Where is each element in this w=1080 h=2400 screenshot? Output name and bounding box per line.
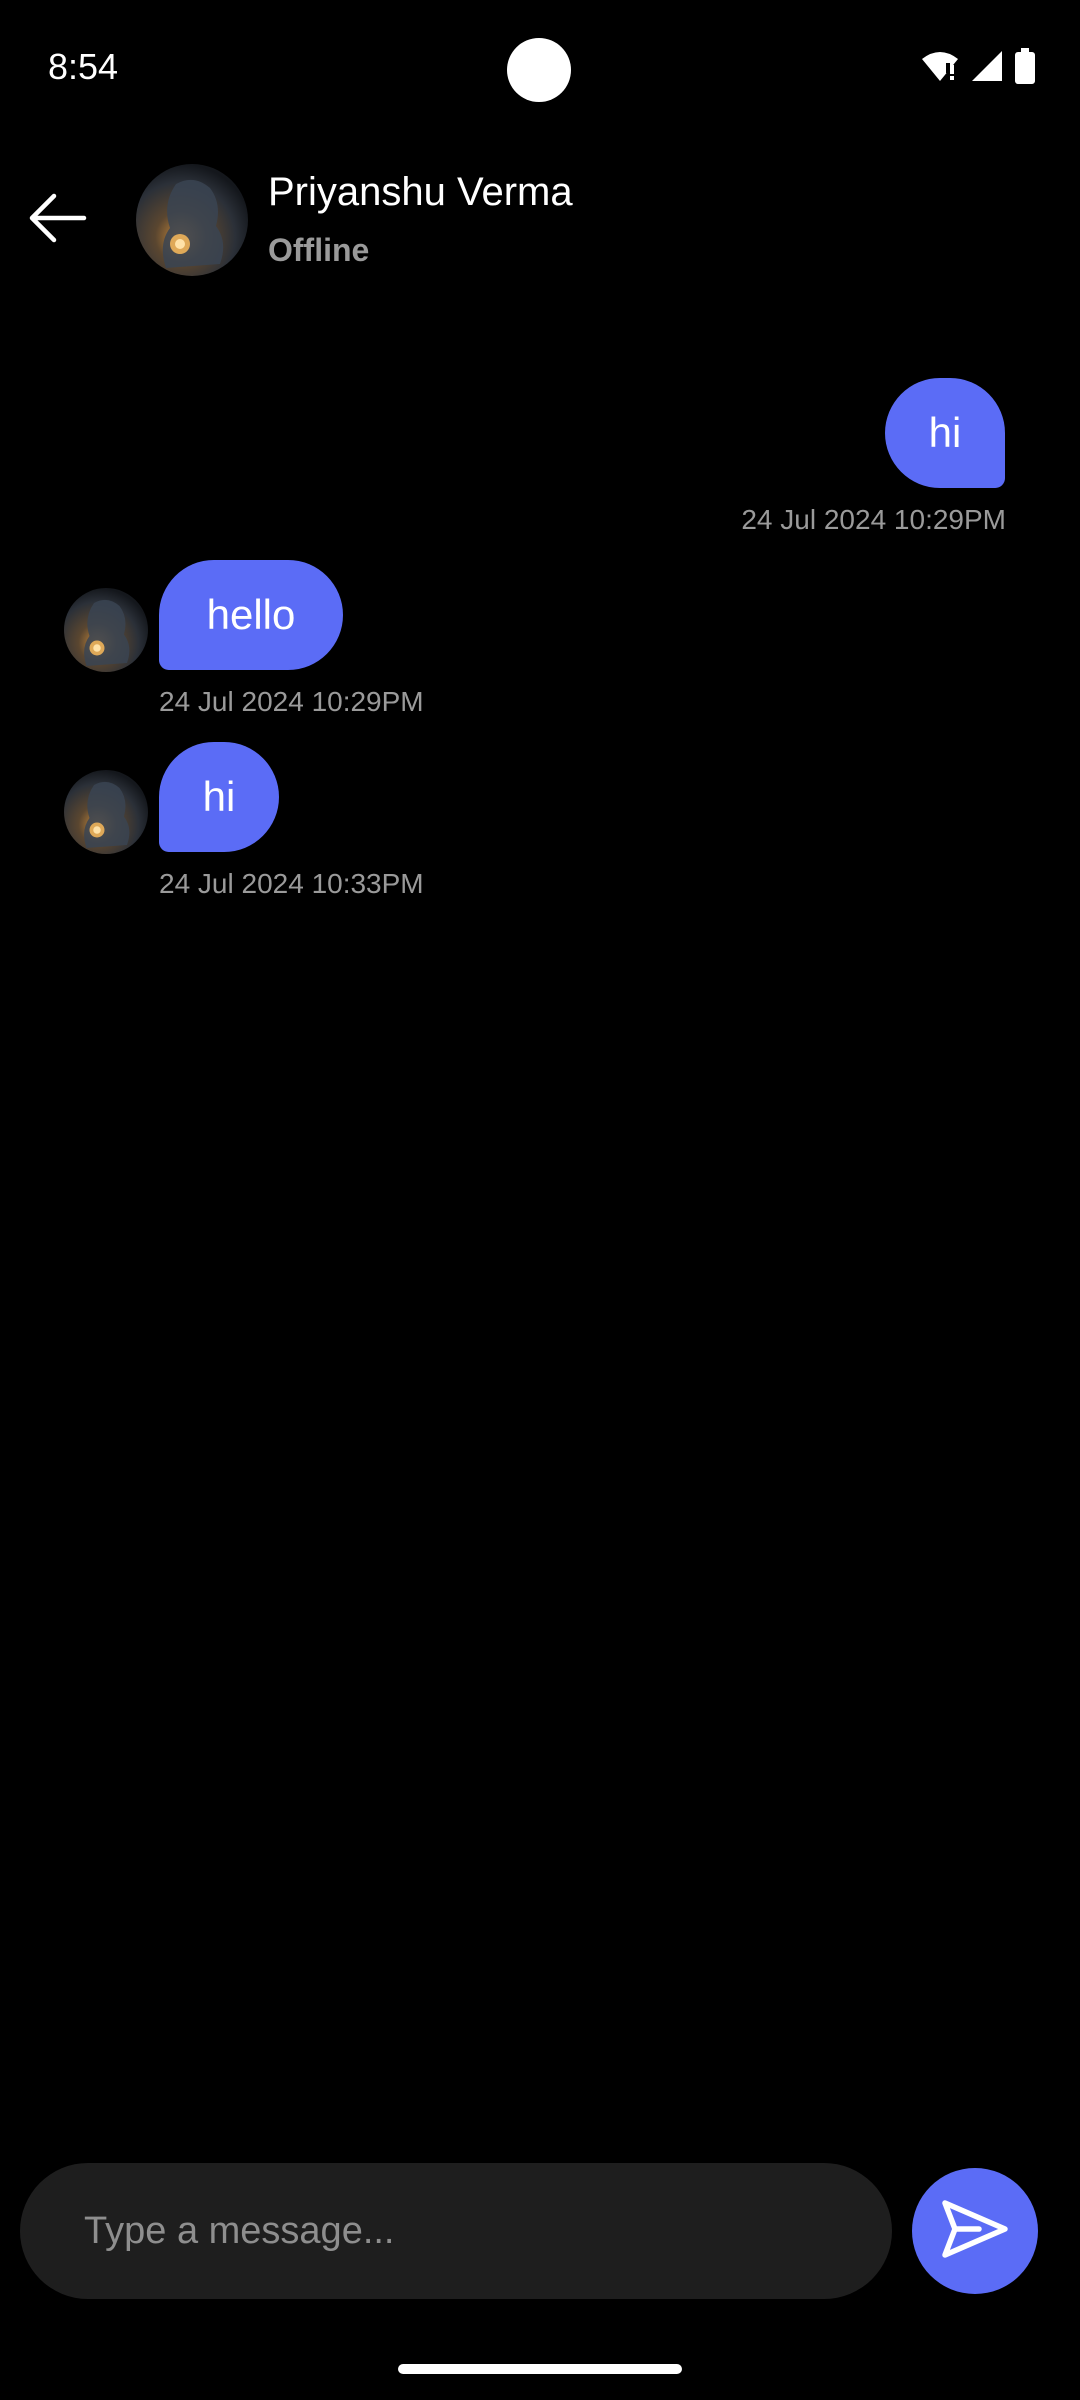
sent-message-bubble[interactable]: hi — [885, 378, 1005, 488]
status-time: 8:54 — [48, 46, 119, 87]
sender-avatar[interactable] — [64, 770, 148, 854]
message-timestamp: 24 Jul 2024 10:29PM — [741, 504, 1006, 535]
battery-icon — [1014, 48, 1036, 89]
camera-cutout — [507, 38, 571, 102]
received-message-bubble[interactable]: hello — [159, 560, 343, 670]
cellular-signal-icon — [970, 49, 1004, 88]
chat-header: Priyanshu Verma Offline — [0, 160, 1080, 280]
back-button[interactable] — [24, 190, 92, 250]
contact-avatar[interactable] — [136, 164, 248, 276]
message-composer — [20, 2163, 892, 2299]
received-message-bubble[interactable]: hi — [159, 742, 279, 852]
message-timestamp: 24 Jul 2024 10:33PM — [159, 868, 424, 899]
message-text: hi — [202, 773, 236, 820]
message-text: hello — [206, 591, 296, 638]
message-text: hi — [928, 409, 962, 456]
status-bar: 8:54 — [0, 0, 1080, 140]
message-input[interactable] — [84, 2163, 864, 2299]
contact-status: Offline — [268, 232, 370, 268]
send-icon — [939, 2197, 1011, 2266]
wifi-alert-icon — [920, 49, 960, 88]
arrow-left-icon — [28, 193, 88, 248]
sender-avatar[interactable] — [64, 588, 148, 672]
send-button[interactable] — [912, 2168, 1038, 2294]
contact-name: Priyanshu Verma — [268, 170, 573, 214]
status-icons — [920, 48, 1036, 89]
message-timestamp: 24 Jul 2024 10:29PM — [159, 686, 424, 717]
home-indicator[interactable] — [398, 2364, 682, 2374]
